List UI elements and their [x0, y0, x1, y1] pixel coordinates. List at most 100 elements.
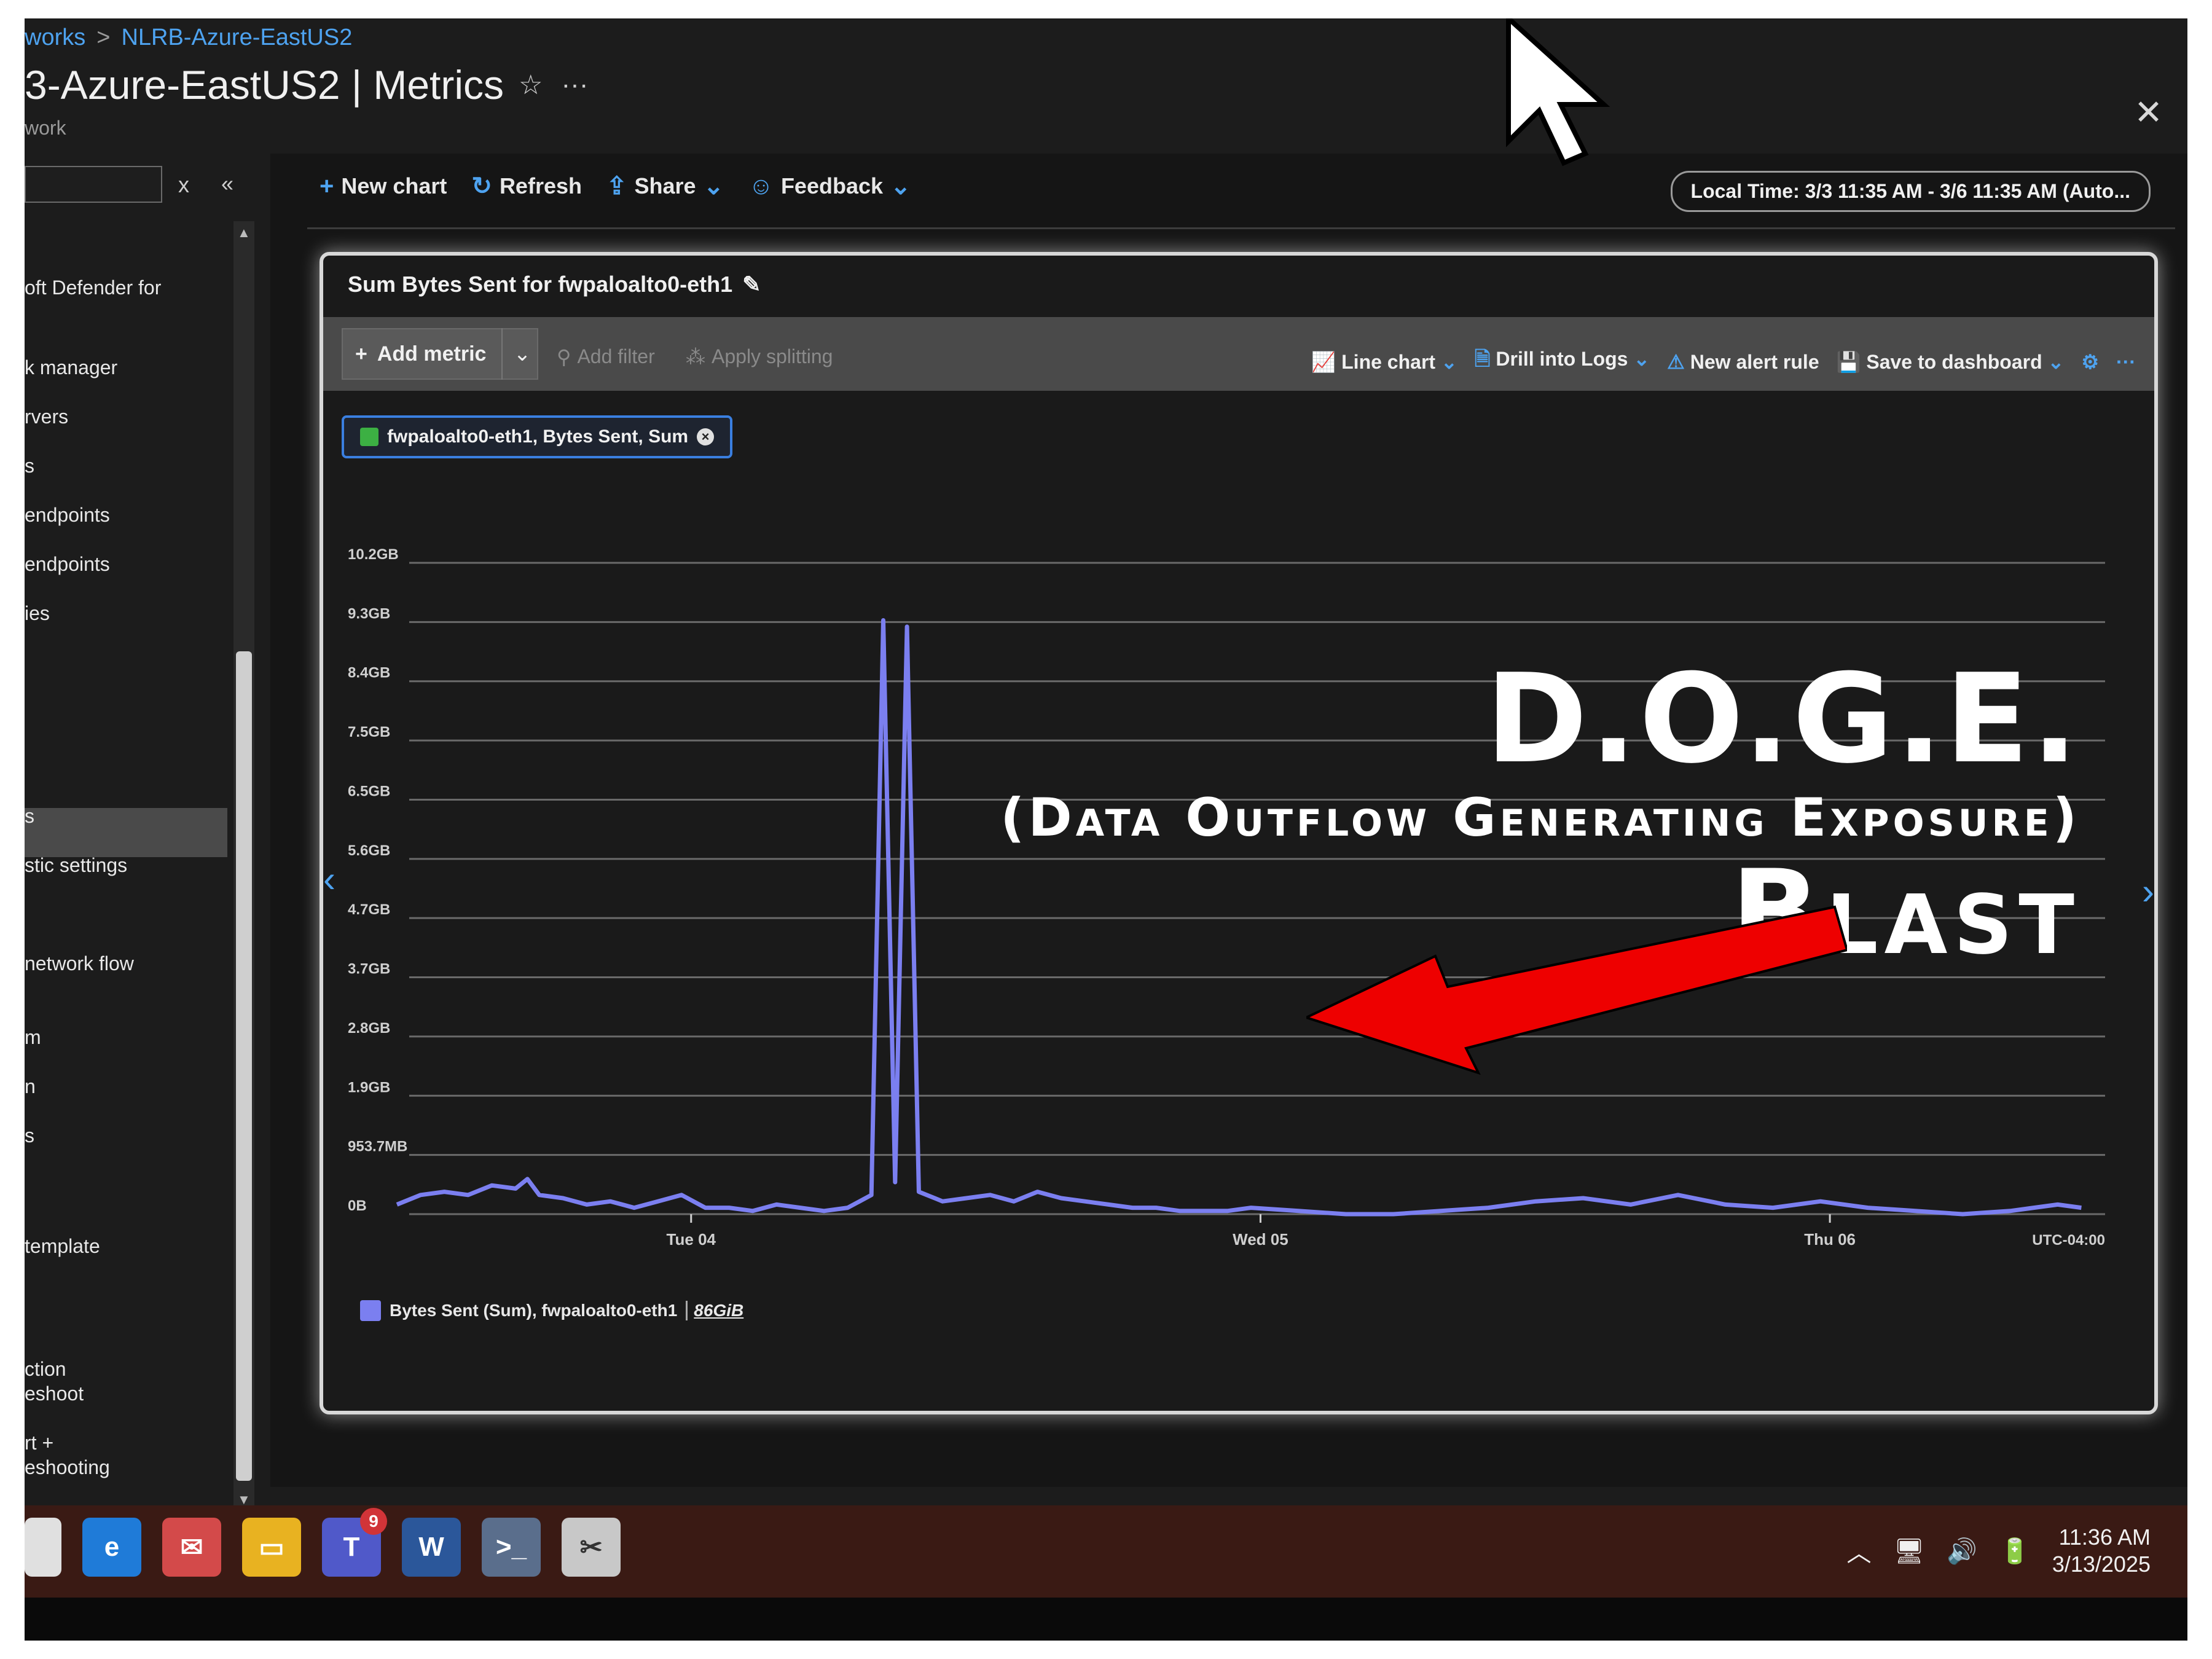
- mouse-cursor-icon: [1506, 18, 1610, 167]
- sidebar-item[interactable]: stic settings: [25, 854, 127, 877]
- favorite-star-icon[interactable]: ☆: [519, 69, 543, 101]
- sidebar-item[interactable]: m: [25, 1026, 41, 1049]
- more-actions-icon[interactable]: ···: [2116, 351, 2136, 374]
- metrics-main-panel: + New chart ↻ Refresh ⇪ Share ⌄ ☺ Feedback ⌄ L…: [270, 154, 2187, 1487]
- sidebar-item[interactable]: eshoot: [25, 1382, 84, 1405]
- new-chart-button[interactable]: + New chart: [320, 173, 447, 200]
- red-arrow-annotation: [1306, 905, 1847, 1075]
- metric-pill[interactable]: fwpaloalto0-eth1, Bytes Sent, Sum ×: [342, 415, 733, 458]
- battery-icon[interactable]: 🔋: [1999, 1537, 2030, 1566]
- line-chart-button[interactable]: 📈 Line chart ⌄: [1311, 350, 1457, 374]
- sidebar-item[interactable]: rvers: [25, 406, 68, 428]
- resource-icon: [360, 428, 378, 446]
- clock-time: 11:36 AM: [2058, 1524, 2151, 1550]
- sidebar-item[interactable]: rt +: [25, 1432, 53, 1454]
- breadcrumb-item-networks[interactable]: works: [25, 25, 85, 51]
- legend-label: Bytes Sent (Sum), fwpaloalto0-eth1: [390, 1301, 678, 1320]
- taskbar-clock[interactable]: 11:36 AM 3/13/2025: [2052, 1524, 2151, 1578]
- new-chart-label: New chart: [341, 173, 447, 198]
- chevron-down-icon: ⌄: [1440, 351, 1457, 373]
- share-button[interactable]: ⇪ Share ⌄: [606, 172, 724, 200]
- breadcrumb-item-resource[interactable]: NLRB-Azure-EastUS2: [121, 25, 352, 51]
- sidebar-item[interactable]: template: [25, 1235, 100, 1258]
- plus-icon: +: [320, 172, 334, 200]
- smiley-icon: ☺: [748, 172, 774, 200]
- y-tick-label: 6.5GB: [348, 783, 390, 799]
- breadcrumb: works > NLRB-Azure-EastUS2: [25, 25, 352, 51]
- breadcrumb-separator: >: [96, 25, 111, 50]
- sidebar-item[interactable]: n: [25, 1075, 36, 1098]
- chart-card: 10.2GB 9.3GB 8.4GB 7.5GB 6.5GB 5.6GB 4.7GB 3.7G…: [320, 252, 2158, 1414]
- save-icon: 💾: [1836, 351, 1861, 373]
- outlook-icon[interactable]: ✉: [162, 1518, 221, 1577]
- pan-left-chevron-icon[interactable]: ‹: [323, 858, 335, 900]
- x-tick-label: Tue 04: [667, 1230, 716, 1249]
- y-tick-label: 1.9GB: [348, 1079, 390, 1096]
- filter-icon: ⚲: [557, 346, 571, 368]
- alert-icon: ⚠: [1667, 351, 1685, 373]
- sidebar-item[interactable]: eshooting: [25, 1456, 110, 1479]
- sidebar-item[interactable]: endpoints: [25, 553, 110, 576]
- chart-toolbar: + Add metric ⌄ ⚲ Add filter ⁂ Apply splitt…: [323, 317, 2154, 391]
- scroll-up-icon[interactable]: ▲: [237, 225, 251, 241]
- drill-into-logs-button[interactable]: 🗎 Drill into Logs ⌄: [1475, 345, 1650, 378]
- refresh-icon: ↻: [471, 173, 492, 200]
- teams-icon[interactable]: T9: [322, 1508, 387, 1577]
- sidebar-item[interactable]: endpoints: [25, 504, 110, 527]
- plus-icon: +: [355, 342, 367, 366]
- chart-actions: 📈 Line chart ⌄ 🗎 Drill into Logs ⌄ ⚠ New…: [1311, 345, 2136, 378]
- chart-legend[interactable]: Bytes Sent (Sum), fwpaloalto0-eth1 86GiB: [360, 1300, 743, 1321]
- overlay-title: D.O.G.E.: [1485, 648, 2081, 791]
- sidebar-item[interactable]: s: [25, 455, 34, 477]
- y-tick-label: 0B: [348, 1198, 367, 1214]
- chart-title-text: Sum Bytes Sent for fwpaloalto0-eth1: [348, 272, 733, 297]
- y-tick-label: 5.6GB: [348, 842, 390, 859]
- sidebar-item[interactable]: network flow: [25, 952, 134, 975]
- save-to-dashboard-button[interactable]: 💾 Save to dashboard ⌄: [1837, 350, 2065, 374]
- edit-title-pencil-icon[interactable]: ✎: [742, 272, 761, 297]
- more-options-icon[interactable]: ···: [561, 69, 588, 101]
- y-tick-label: 10.2GB: [348, 546, 399, 563]
- new-alert-rule-button[interactable]: ⚠ New alert rule: [1667, 350, 1819, 374]
- close-blade-icon[interactable]: ✕: [2134, 92, 2163, 133]
- powershell-icon[interactable]: >_: [482, 1518, 541, 1577]
- clock-date: 3/13/2025: [2052, 1551, 2151, 1577]
- sidebar-item[interactable]: s: [25, 1124, 34, 1147]
- red-arrow-shape: [1306, 905, 1847, 1075]
- sidebar-item[interactable]: ies: [25, 602, 50, 625]
- sidebar-item[interactable]: s: [25, 805, 34, 828]
- sidebar-item[interactable]: k manager: [25, 356, 117, 379]
- page-title: 3-Azure-EastUS2 | Metrics: [25, 62, 504, 108]
- sidebar-selected-highlight: [25, 808, 227, 857]
- clear-search-icon[interactable]: x: [178, 172, 189, 198]
- add-metric-label: Add metric: [377, 342, 487, 366]
- refresh-button[interactable]: ↻ Refresh: [471, 172, 582, 200]
- show-hidden-icons-chevron-icon[interactable]: ︿: [1846, 1533, 1871, 1569]
- page-title-row: 3-Azure-EastUS2 | Metrics ☆ ···: [25, 61, 588, 108]
- sidebar-search-input[interactable]: [25, 166, 162, 203]
- word-icon[interactable]: W: [402, 1518, 461, 1577]
- edge-browser-icon[interactable]: e: [82, 1518, 141, 1577]
- apply-splitting-button[interactable]: ⁂ Apply splitting: [686, 345, 833, 369]
- collapse-sidebar-icon[interactable]: «: [221, 171, 233, 197]
- settings-gear-icon[interactable]: ⚙: [2081, 350, 2099, 374]
- file-explorer-icon[interactable]: ▭: [242, 1518, 301, 1577]
- sidebar-item[interactable]: ction: [25, 1358, 66, 1381]
- time-range-picker[interactable]: Local Time: 3/3 11:35 AM - 3/6 11:35 AM …: [1670, 171, 2151, 212]
- scroll-thumb[interactable]: [236, 651, 252, 1481]
- sidebar-scrollbar[interactable]: ▲ ▼: [233, 221, 254, 1512]
- pan-right-chevron-icon[interactable]: ›: [2142, 870, 2154, 912]
- task-view-icon[interactable]: [25, 1518, 61, 1577]
- line-chart-icon: 📈: [1311, 351, 1336, 373]
- volume-icon[interactable]: 🔊: [1947, 1537, 1977, 1566]
- add-filter-label: Add filter: [577, 345, 655, 367]
- add-filter-button[interactable]: ⚲ Add filter: [557, 345, 655, 369]
- add-metric-dropdown-chevron-icon[interactable]: ⌄: [501, 328, 542, 380]
- sidebar-item[interactable]: oft Defender for: [25, 276, 161, 299]
- remove-metric-icon[interactable]: ×: [697, 428, 715, 445]
- snipping-tool-icon[interactable]: ✂: [562, 1518, 621, 1577]
- legend-swatch: [360, 1300, 381, 1321]
- network-icon[interactable]: 🖥: [1893, 1537, 1924, 1566]
- feedback-button[interactable]: ☺ Feedback ⌄: [748, 172, 911, 200]
- y-tick-label: 9.3GB: [348, 605, 390, 622]
